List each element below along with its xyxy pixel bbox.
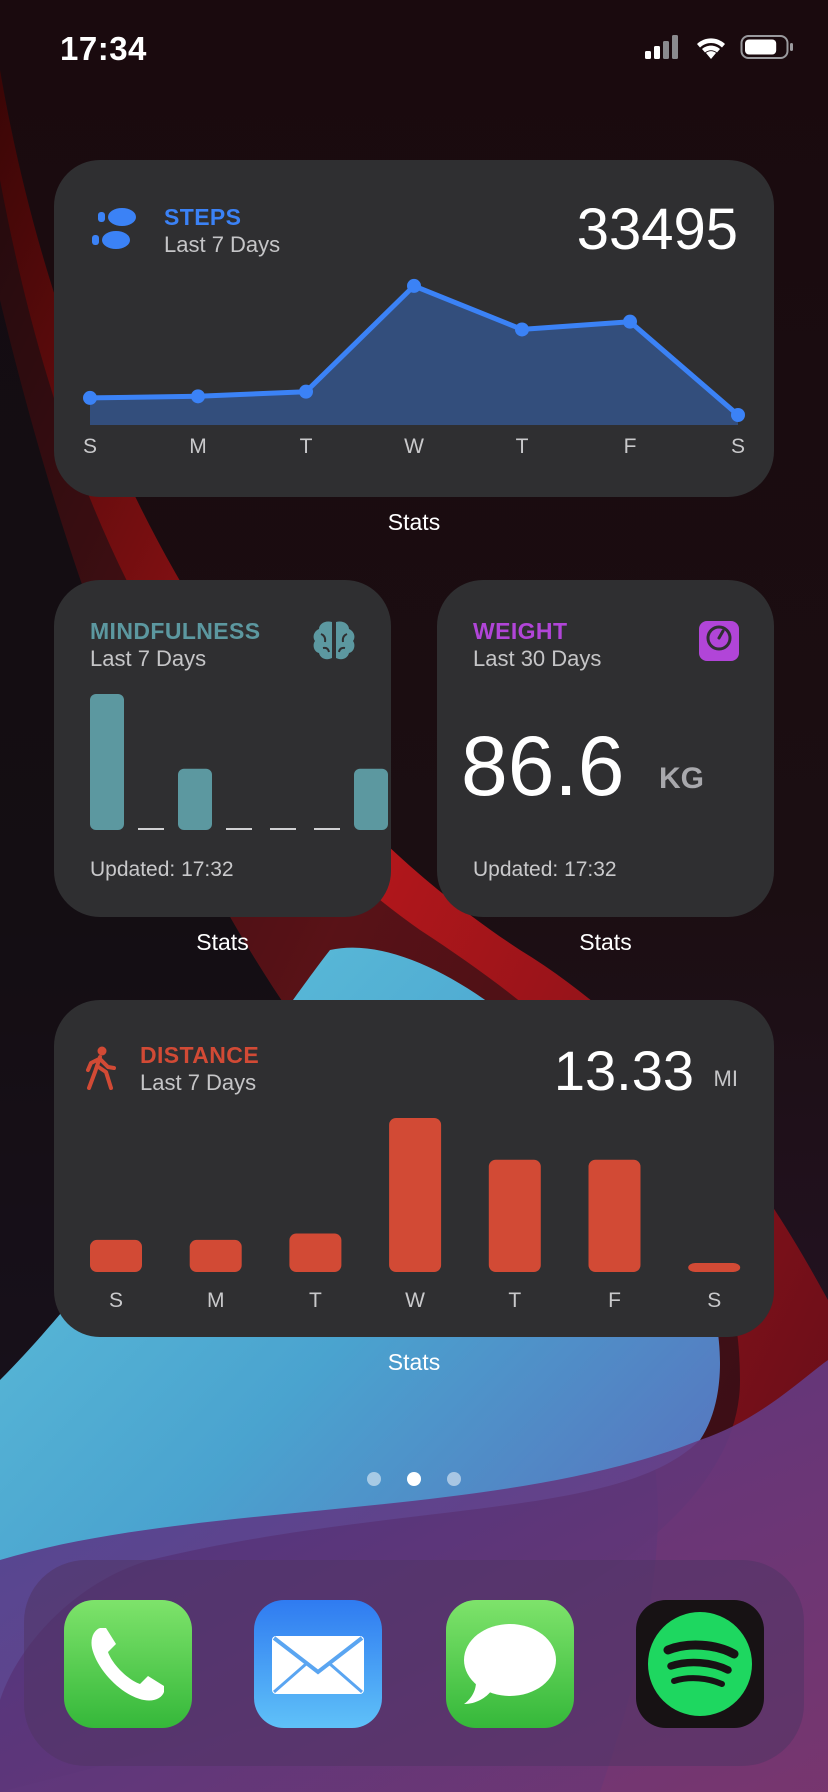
steps-point bbox=[515, 322, 529, 337]
steps-day-label: T bbox=[516, 435, 529, 458]
steps-point bbox=[731, 408, 745, 422]
distance-day-label: T bbox=[508, 1289, 521, 1312]
distance-day-label: S bbox=[707, 1289, 721, 1312]
steps-point bbox=[83, 390, 97, 405]
mail-icon bbox=[254, 1600, 382, 1728]
page-indicator[interactable] bbox=[0, 1472, 828, 1486]
distance-bar bbox=[289, 1233, 342, 1272]
steps-day-label: F bbox=[624, 435, 637, 458]
messages-icon bbox=[446, 1600, 574, 1728]
steps-day-label: T bbox=[300, 435, 313, 458]
steps-point bbox=[191, 389, 205, 404]
status-time: 17:34 bbox=[60, 30, 147, 67]
weight-widget-label: Stats bbox=[579, 929, 632, 955]
steps-widget-label: Stats bbox=[387, 509, 441, 535]
weight-value: 86.6 bbox=[461, 719, 625, 813]
mindfulness-updated: Updated: 17:32 bbox=[90, 858, 234, 881]
steps-widget[interactable]: STEPS Last 7 Days 33495 SMTWTFS bbox=[54, 160, 774, 497]
scale-icon bbox=[699, 621, 739, 661]
steps-day-label: W bbox=[404, 435, 424, 458]
spotify-icon bbox=[636, 1600, 764, 1728]
distance-bar bbox=[90, 1239, 142, 1272]
weight-subtitle: Last 30 Days bbox=[473, 646, 602, 671]
steps-point bbox=[299, 384, 313, 399]
steps-day-label: S bbox=[731, 435, 745, 458]
distance-widget-label: Stats bbox=[387, 1349, 441, 1375]
cellular-signal-icon bbox=[645, 35, 678, 59]
distance-bar bbox=[488, 1159, 541, 1272]
weight-unit: KG bbox=[659, 762, 704, 795]
steps-point bbox=[623, 314, 637, 329]
distance-bar bbox=[688, 1263, 741, 1272]
steps-day-label: M bbox=[189, 435, 207, 458]
mindfulness-bar bbox=[90, 694, 124, 830]
mindfulness-bar bbox=[178, 768, 212, 830]
distance-day-label: W bbox=[405, 1289, 425, 1312]
mindfulness-bar bbox=[270, 828, 296, 830]
mindfulness-widget[interactable]: MINDFULNESS Last 7 Days Updated: 17:32 bbox=[54, 580, 391, 917]
page-dot-active[interactable] bbox=[407, 1472, 421, 1486]
distance-day-label: F bbox=[608, 1289, 621, 1312]
mindfulness-bar bbox=[226, 828, 252, 830]
phone-app[interactable] bbox=[64, 1600, 192, 1728]
distance-widget[interactable]: DISTANCE Last 7 Days 13.33 MI SMTWTFS bbox=[54, 1000, 774, 1337]
distance-day-label: M bbox=[207, 1289, 225, 1312]
page-dot[interactable] bbox=[447, 1472, 461, 1486]
weight-widget[interactable]: WEIGHT Last 30 Days 86.6 KG Updated: 17:… bbox=[437, 580, 774, 917]
distance-chart: SMTWTFS bbox=[90, 1118, 741, 1312]
battery-icon bbox=[740, 35, 793, 59]
page-dot[interactable] bbox=[367, 1472, 381, 1486]
phone-icon bbox=[64, 1600, 192, 1728]
messages-app[interactable] bbox=[446, 1600, 574, 1728]
weight-updated: Updated: 17:32 bbox=[473, 858, 617, 881]
mindfulness-bar bbox=[314, 828, 340, 830]
distance-day-label: T bbox=[309, 1289, 322, 1312]
distance-bar bbox=[588, 1159, 641, 1272]
distance-bar bbox=[189, 1239, 242, 1272]
steps-chart: SMTWTFS bbox=[83, 278, 745, 458]
status-icons bbox=[644, 34, 794, 60]
mindfulness-bar bbox=[354, 768, 388, 830]
steps-point bbox=[407, 278, 421, 293]
mindfulness-widget-label: Stats bbox=[196, 929, 249, 955]
steps-area bbox=[90, 285, 738, 425]
distance-day-label: S bbox=[109, 1289, 123, 1312]
spotify-app[interactable] bbox=[636, 1600, 764, 1728]
weight-title: WEIGHT bbox=[473, 618, 568, 644]
mail-app[interactable] bbox=[254, 1600, 382, 1728]
mindfulness-bar bbox=[138, 828, 164, 830]
distance-bar bbox=[389, 1118, 442, 1272]
steps-day-label: S bbox=[83, 435, 97, 458]
wifi-icon bbox=[697, 38, 725, 59]
status-bar: 17:34 bbox=[0, 0, 828, 100]
